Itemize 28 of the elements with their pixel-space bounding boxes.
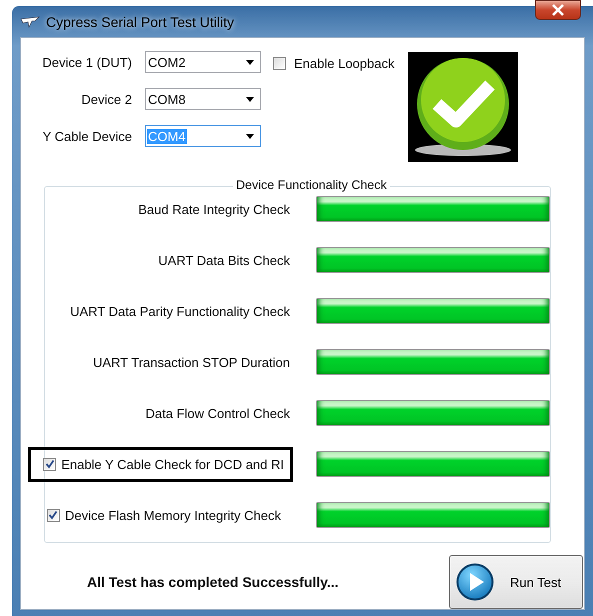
caret-icon — [246, 96, 254, 102]
check-label: UART Transaction STOP Duration — [92, 354, 290, 370]
check-label: UART Data Bits Check — [158, 252, 290, 268]
dropdown[interactable]: COM8 — [145, 88, 261, 110]
app-icon — [20, 16, 40, 28]
success-check-icon — [415, 58, 512, 156]
group-title: Device Functionality Check — [233, 178, 390, 192]
field-label: Y Cable Device — [42, 128, 132, 144]
check-label: Data Flow Control Check — [146, 406, 290, 420]
caret-icon — [246, 60, 254, 64]
checkbox-label: Enable Loopback — [294, 56, 394, 70]
check-label: Baud Rate Integrity Check — [138, 202, 290, 216]
checkbox-label: Enable Y Cable Check for DCD and RI — [61, 456, 284, 472]
check-label: UART Data Parity Functionality Check — [70, 304, 290, 318]
dropdown[interactable]: COM2 — [145, 51, 261, 73]
run-test-button[interactable]: Run Test — [449, 555, 583, 609]
field-label: Device 2 — [80, 92, 132, 106]
play-icon — [456, 563, 494, 601]
checkbox[interactable] — [273, 56, 286, 70]
field-label: Device 1 (DUT) — [41, 54, 132, 70]
caret-icon — [246, 134, 254, 138]
close-icon — [551, 4, 565, 16]
close-button[interactable] — [535, 0, 581, 20]
window-title: Cypress Serial Port Test Utility — [46, 14, 234, 30]
checkbox-label: Device Flash Memory Integrity Check — [64, 508, 281, 522]
checkbox[interactable] — [46, 508, 60, 522]
status-message: All Test has completed Successfully... — [87, 574, 340, 590]
checkbox[interactable] — [43, 458, 56, 470]
